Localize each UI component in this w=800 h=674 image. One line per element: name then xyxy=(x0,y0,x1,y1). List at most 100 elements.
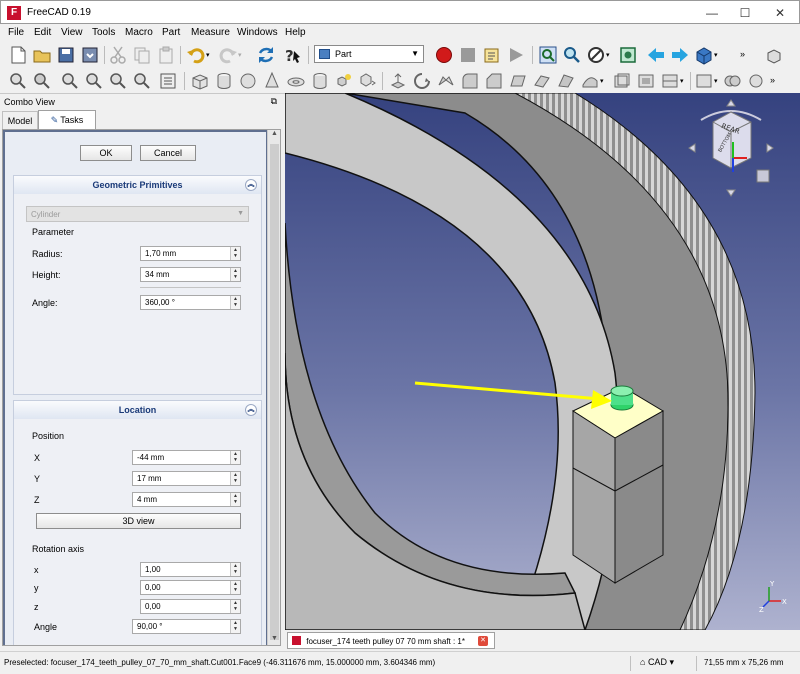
scrollbar-thumb[interactable] xyxy=(270,144,279,640)
save-icon[interactable] xyxy=(56,45,76,65)
part-box-icon[interactable] xyxy=(190,71,210,91)
view-back-icon[interactable] xyxy=(646,45,666,65)
height-input[interactable]: 34 mm ▲ ▼ xyxy=(140,267,241,282)
part-sphere-icon[interactable] xyxy=(238,71,258,91)
workbench-selector[interactable]: Part ▼ xyxy=(314,45,424,63)
clip-view-icon[interactable] xyxy=(108,71,128,91)
geometric-primitives-header[interactable]: Geometric Primitives ︽ xyxy=(14,176,261,194)
whats-this-icon[interactable]: ? xyxy=(282,45,302,65)
tab-model[interactable]: Model xyxy=(2,111,38,129)
radius-input[interactable]: 1,70 mm ▲ ▼ xyxy=(140,246,241,261)
x-position-input[interactable]: -44 mm ▲ ▼ xyxy=(132,450,241,465)
boolean-dropdown-icon[interactable]: ▾ xyxy=(680,71,688,91)
radius-spinner[interactable]: ▲ ▼ xyxy=(230,247,240,260)
macro-edit-icon[interactable] xyxy=(482,45,502,65)
view-forward-icon[interactable] xyxy=(670,45,690,65)
save-as-icon[interactable] xyxy=(80,45,100,65)
collapse-icon[interactable]: ︽ xyxy=(245,179,257,191)
navcube-menu-icon[interactable] xyxy=(756,169,770,183)
fillet-icon[interactable] xyxy=(460,71,480,91)
menu-edit[interactable]: Edit xyxy=(34,27,51,38)
macro-stop-icon[interactable] xyxy=(458,45,478,65)
part-primitives-icon[interactable] xyxy=(334,71,354,91)
rotation-z-input[interactable]: 0,00 ▲ ▼ xyxy=(140,599,241,614)
revolve-icon[interactable] xyxy=(412,71,432,91)
3d-view-button[interactable]: 3D view xyxy=(36,513,241,529)
refresh-icon[interactable] xyxy=(256,45,276,65)
fit-all-icon[interactable] xyxy=(538,45,558,65)
tree-view-icon[interactable] xyxy=(158,71,178,91)
viewer-zoom-icon[interactable] xyxy=(32,71,52,91)
boolean-union-icon[interactable] xyxy=(722,71,742,91)
part-torus-icon[interactable] xyxy=(286,71,306,91)
part-tube-icon[interactable] xyxy=(310,71,330,91)
scroll-down-icon[interactable]: ▼ xyxy=(268,635,280,645)
rz-spinner[interactable]: ▲ ▼ xyxy=(230,600,240,613)
section-view-icon[interactable] xyxy=(84,71,104,91)
ry-spinner[interactable]: ▲ ▼ xyxy=(230,581,240,594)
part-box-icon[interactable] xyxy=(764,45,784,65)
close-icon[interactable]: ✕ xyxy=(478,636,488,646)
ruled-surface-icon[interactable] xyxy=(532,71,552,91)
navcube-left-arrow-icon[interactable] xyxy=(688,143,696,153)
section-cut-icon[interactable] xyxy=(660,71,680,91)
rx-spinner[interactable]: ▲ ▼ xyxy=(230,563,240,576)
height-spinner[interactable]: ▲ ▼ xyxy=(230,268,240,281)
copy-icon[interactable] xyxy=(132,45,152,65)
task-panel-scrollbar[interactable]: ▲ ▼ xyxy=(267,130,280,645)
viewer-fit-icon[interactable] xyxy=(8,71,28,91)
redo-icon[interactable] xyxy=(218,45,238,65)
menu-windows[interactable]: Windows xyxy=(237,27,278,38)
macro-run-icon[interactable] xyxy=(506,45,526,65)
cut-icon[interactable] xyxy=(108,45,128,65)
menu-help[interactable]: Help xyxy=(285,27,306,38)
maximize-button[interactable]: ☐ xyxy=(730,4,760,22)
cancel-button[interactable]: Cancel xyxy=(140,145,196,161)
angle-input[interactable]: 360,00 ° ▲ ▼ xyxy=(140,295,241,310)
menu-measure[interactable]: Measure xyxy=(191,27,230,38)
float-panel-icon[interactable]: ⧉ xyxy=(271,96,277,107)
menu-part[interactable]: Part xyxy=(162,27,180,38)
sketch-view-icon[interactable] xyxy=(60,71,80,91)
minimize-button[interactable]: — xyxy=(697,4,727,22)
close-button[interactable]: ✕ xyxy=(765,4,795,22)
std-views-icon[interactable] xyxy=(694,45,714,65)
thickness-icon[interactable] xyxy=(612,71,632,91)
chamfer-icon[interactable] xyxy=(484,71,504,91)
shape-builder-icon[interactable] xyxy=(358,71,378,91)
macro-record-icon[interactable] xyxy=(434,45,454,65)
draw-style-dropdown-icon[interactable]: ▾ xyxy=(606,45,614,65)
fit-selection-icon[interactable] xyxy=(562,45,582,65)
make-face-icon[interactable] xyxy=(508,71,528,91)
undo-dropdown-icon[interactable]: ▾ xyxy=(206,45,214,65)
hide-view-icon[interactable] xyxy=(132,71,152,91)
measure-linear-icon[interactable] xyxy=(694,71,714,91)
navcube-up-arrow-icon[interactable] xyxy=(726,99,736,107)
bounding-box-icon[interactable] xyxy=(618,45,638,65)
sweep-icon[interactable] xyxy=(580,71,600,91)
z-position-input[interactable]: 4 mm ▲ ▼ xyxy=(132,492,241,507)
boolean-cut-icon[interactable] xyxy=(746,71,766,91)
document-tab[interactable]: focuser_174 teeth pulley 07 70 mm shaft … xyxy=(287,632,495,649)
std-views-dropdown-icon[interactable]: ▾ xyxy=(714,45,722,65)
open-file-icon[interactable] xyxy=(32,45,52,65)
toolbar2-overflow-icon[interactable]: » xyxy=(770,71,778,91)
navcube-down-arrow-icon[interactable] xyxy=(726,189,736,197)
y-spinner[interactable]: ▲ ▼ xyxy=(230,472,240,485)
navigation-style-selector[interactable]: ⌂ CAD ▾ xyxy=(640,657,674,668)
offset-dropdown-icon[interactable]: ▾ xyxy=(600,71,608,91)
ok-button[interactable]: OK xyxy=(80,145,132,161)
extrude-icon[interactable] xyxy=(388,71,408,91)
undo-icon[interactable] xyxy=(186,45,206,65)
menu-view[interactable]: View xyxy=(61,27,83,38)
rotation-angle-input[interactable]: 90,00 ° ▲ ▼ xyxy=(132,619,241,634)
menu-macro[interactable]: Macro xyxy=(125,27,153,38)
redo-dropdown-icon[interactable]: ▾ xyxy=(238,45,246,65)
loft-icon[interactable] xyxy=(556,71,576,91)
projection-icon[interactable] xyxy=(636,71,656,91)
rangle-spinner[interactable]: ▲ ▼ xyxy=(230,620,240,633)
paste-icon[interactable] xyxy=(156,45,176,65)
new-file-icon[interactable] xyxy=(8,45,28,65)
menu-file[interactable]: File xyxy=(8,27,24,38)
z-spinner[interactable]: ▲ ▼ xyxy=(230,493,240,506)
